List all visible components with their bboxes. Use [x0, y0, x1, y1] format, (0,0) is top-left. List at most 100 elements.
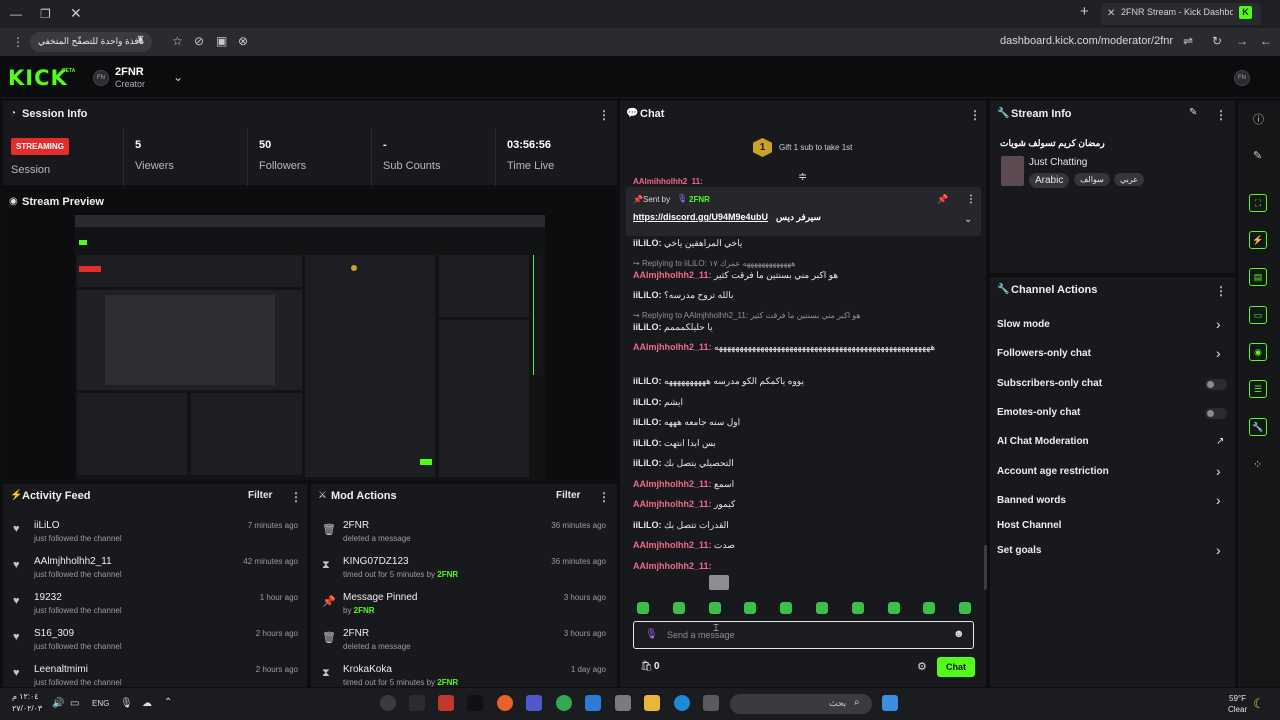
stream-preview-video[interactable] — [75, 215, 545, 480]
taskbar-date[interactable]: ٢٧/٠٢/٠٣ — [12, 704, 42, 713]
activity-user[interactable]: Leenaltmimi — [34, 664, 88, 675]
pinned-user[interactable]: 2FNR — [689, 195, 710, 204]
chat-username[interactable]: iiLiLO: — [633, 238, 662, 248]
forward-icon[interactable]: → — [1236, 34, 1248, 48]
kick-logo[interactable]: KICK — [8, 66, 68, 90]
emote-icon[interactable] — [959, 602, 972, 614]
mod-more-icon[interactable]: ⋮ — [598, 490, 610, 504]
tracking-icon[interactable]: ⊘ — [194, 34, 204, 48]
chat-username[interactable]: iiLiLO: — [633, 458, 662, 468]
tag-arabic-ar[interactable]: عربي — [1114, 173, 1145, 186]
chat-username[interactable]: AAlmjhholhh2_11: — [633, 479, 712, 489]
edit-stream-pencil-icon[interactable]: ✎ — [1189, 107, 1197, 118]
chevron-right-icon[interactable]: › — [1216, 345, 1221, 361]
channel-actions-more-icon[interactable]: ⋮ — [1215, 284, 1227, 298]
emote-icon[interactable] — [672, 602, 685, 614]
category-name[interactable]: Just Chatting — [1029, 157, 1087, 168]
private-window-pill[interactable]: نافذة واحدة للتصفّح المتخفي ♜ — [30, 32, 152, 52]
new-tab-icon[interactable]: + — [1080, 4, 1089, 19]
taskbar-edge-app[interactable] — [674, 695, 690, 711]
external-link-icon[interactable]: ↗ — [1216, 436, 1224, 447]
session-more-icon[interactable]: ⋮ — [598, 108, 610, 122]
tray-expand-icon[interactable]: ⌃ — [164, 697, 172, 708]
taskbar-tv-app[interactable] — [467, 695, 483, 711]
stream-info-more-icon[interactable]: ⋮ — [1215, 108, 1227, 122]
category-thumbnail[interactable] — [1001, 156, 1024, 186]
no-eye-icon[interactable]: ⊗ — [238, 34, 248, 48]
info-icon[interactable]: ⓘ — [1253, 111, 1264, 127]
chat-rail-icon[interactable]: ▭ — [1249, 306, 1267, 324]
lightning-icon[interactable]: ⚡ — [1249, 231, 1267, 249]
channel-switch-chevron-icon[interactable]: ⌄ — [173, 70, 183, 84]
chat-settings-gear-icon[interactable]: ⚙ — [917, 660, 927, 673]
activity-user[interactable]: 19232 — [34, 592, 62, 603]
user-list-icon[interactable]: ☰ — [1249, 380, 1267, 398]
taskbar-app-5[interactable] — [497, 695, 513, 711]
chat-username[interactable]: iiLiLO: — [633, 322, 662, 332]
mod-action-moderator[interactable]: 2FNR — [437, 678, 458, 687]
channel-action-label[interactable]: Banned words — [997, 495, 1066, 506]
channel-action-label[interactable]: Host Channel — [997, 520, 1061, 531]
activity-user[interactable]: S16_309 — [34, 628, 74, 639]
collapse-pinned-icon[interactable]: ≑ — [798, 170, 807, 183]
mod-action-title[interactable]: KrokaKoka — [343, 664, 392, 675]
emote-icon[interactable] — [923, 602, 936, 614]
taskbar-app-2[interactable] — [409, 695, 425, 711]
send-chat-button[interactable]: Chat — [937, 657, 975, 677]
mod-action-title[interactable]: KING07DZ123 — [343, 556, 409, 567]
emote-icon[interactable] — [708, 602, 721, 614]
chevron-right-icon[interactable]: › — [1216, 463, 1221, 479]
emote-icon[interactable] — [816, 602, 828, 614]
chat-username[interactable]: iiLiLO: — [633, 376, 662, 386]
taskbar-taskview-app[interactable] — [703, 695, 719, 711]
taskbar-explorer-app[interactable] — [644, 695, 660, 711]
channel-action-label[interactable]: Subscribers-only chat — [997, 378, 1102, 389]
active-tab[interactable]: ✕ 2FNR Stream - Kick Dashboard K — [1101, 3, 1261, 25]
emote-icon[interactable] — [887, 602, 900, 614]
reload-icon[interactable]: ↻ — [1212, 34, 1222, 48]
mod-action-moderator[interactable]: 2FNR — [354, 606, 375, 615]
taskbar-app-3[interactable] — [438, 695, 454, 711]
activity-filter-button[interactable]: Filter — [248, 490, 272, 501]
document-icon[interactable]: ▤ — [1249, 268, 1267, 286]
weather-text[interactable]: Clear — [1228, 705, 1247, 714]
emote-icon[interactable] — [637, 602, 649, 614]
tag-arabic[interactable]: Arabic — [1029, 173, 1070, 188]
weather-temp[interactable]: 59°F — [1229, 694, 1246, 703]
tag-chatting[interactable]: سوالف — [1074, 173, 1110, 186]
taskbar-search[interactable]: بحث ⌕ — [730, 694, 872, 714]
chat-username[interactable]: iiLiLO: — [633, 438, 662, 448]
mod-action-title[interactable]: Message Pinned — [343, 592, 418, 603]
channel-action-label[interactable]: Set goals — [997, 545, 1041, 556]
emote-icon[interactable] — [744, 602, 757, 614]
chat-username[interactable]: iiLiLO: — [633, 290, 662, 300]
taskbar-chrome-app[interactable] — [556, 695, 572, 711]
pinned-more-icon[interactable]: ⋮ — [966, 194, 976, 205]
pinned-link[interactable]: https://discord.gg/U94M9e4ubU — [633, 212, 768, 222]
toggle-switch[interactable] — [1205, 379, 1227, 390]
chat-username[interactable]: AAlmjhholhh2_11: — [633, 270, 712, 280]
taskbar-time[interactable]: ١٢:٠٤ م — [12, 692, 39, 701]
unpin-icon[interactable]: 📌 — [937, 194, 948, 205]
cloud-icon[interactable]: ☁ — [142, 698, 152, 709]
taskbar-teams-app[interactable] — [526, 695, 542, 711]
close-window-icon[interactable]: ✕ — [70, 6, 82, 20]
toggle-switch[interactable] — [1205, 408, 1227, 419]
taskbar-store-app[interactable] — [615, 695, 631, 711]
chevron-right-icon[interactable]: › — [1216, 316, 1221, 332]
restore-icon[interactable]: ❐ — [40, 7, 51, 21]
bookmark-star-icon[interactable]: ☆ — [172, 34, 183, 48]
channel-action-label[interactable]: Account age restriction — [997, 466, 1109, 477]
chat-username[interactable]: AAlmjhholhh2_11: — [633, 342, 712, 352]
chat-more-icon[interactable]: ⋮ — [969, 108, 981, 122]
fullscreen-focus-icon[interactable]: ⛶ — [1249, 194, 1267, 212]
back-icon[interactable]: ← — [1260, 34, 1272, 48]
channel-avatar[interactable]: FN — [93, 70, 109, 86]
channel-action-label[interactable]: Emotes-only chat — [997, 407, 1080, 418]
points-icon[interactable]: 🛍 — [640, 661, 653, 672]
chat-username[interactable]: iiLiLO: — [633, 520, 662, 530]
pencil-icon[interactable]: ✎ — [1253, 149, 1262, 162]
volume-icon[interactable]: 🔊 — [52, 698, 64, 709]
activity-user[interactable]: iiLiLO — [34, 520, 60, 531]
mod-filter-button[interactable]: Filter — [556, 490, 580, 501]
